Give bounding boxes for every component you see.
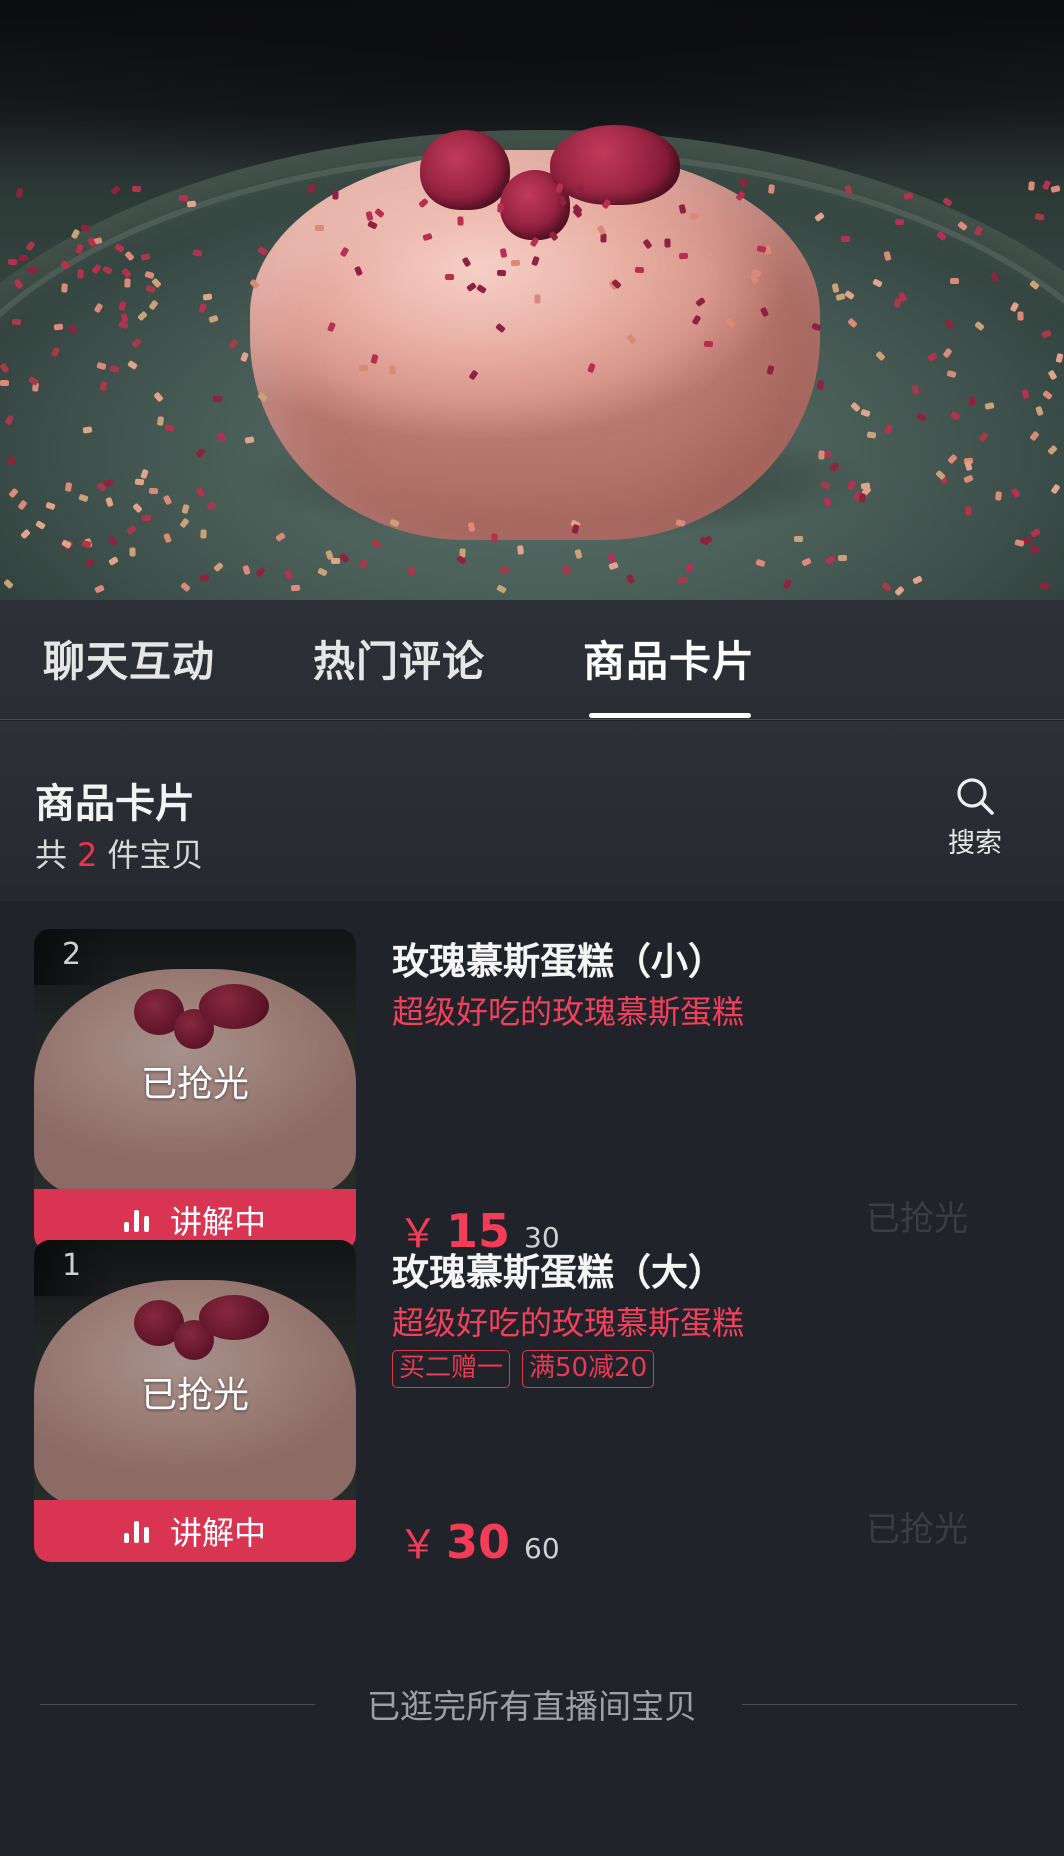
promo-tag: 买二赠一 — [392, 1350, 511, 1388]
petal-fleck — [969, 396, 976, 406]
list-end-footer: 已逛完所有直播间宝贝 — [0, 1680, 1064, 1730]
live-video-frame[interactable] — [0, 0, 1064, 600]
tab-chat[interactable]: 聊天互动 — [43, 628, 215, 689]
petal-fleck — [25, 240, 36, 252]
product-thumbnail[interactable]: 1 已抢光 讲解中 — [34, 1240, 356, 1562]
explaining-badge: 讲解中 — [34, 1500, 356, 1562]
currency-symbol: ￥ — [398, 1522, 438, 1568]
petal-fleck — [445, 274, 455, 281]
product-title[interactable]: 玫瑰慕斯蛋糕（小） — [392, 931, 725, 985]
petal-fleck — [516, 545, 524, 555]
tab-bar: 聊天互动 热门评论 商品卡片 — [0, 600, 1064, 720]
petal-fleck — [314, 224, 324, 231]
petal-fleck — [142, 514, 152, 521]
petal-fleck — [866, 431, 877, 439]
count-number: 2 — [77, 836, 98, 874]
petal-fleck — [1034, 213, 1045, 221]
rose-decoration — [550, 125, 680, 205]
petal-fleck — [148, 487, 158, 495]
petal-fleck — [841, 236, 851, 243]
petal-fleck — [859, 493, 866, 503]
count-prefix: 共 — [35, 836, 68, 874]
petal-fleck — [497, 203, 505, 213]
explaining-label: 讲解中 — [169, 1514, 266, 1552]
product-price: ￥ 30 60 — [398, 1512, 560, 1570]
petal-fleck — [1050, 185, 1061, 194]
sold-out-status: 已抢光 — [866, 1510, 968, 1550]
petal-fleck — [7, 259, 17, 266]
price-value: 30 — [446, 1515, 511, 1569]
petal-fleck — [816, 380, 824, 390]
petal-fleck — [290, 584, 301, 592]
petal-fleck — [497, 269, 507, 277]
petal-fleck — [12, 319, 22, 326]
petal-fleck — [187, 200, 197, 207]
section-title: 商品卡片 — [35, 781, 195, 827]
section-header: 商品卡片 共 2 件宝贝 搜索 — [0, 721, 1064, 901]
petal-fleck — [664, 238, 671, 248]
petal-fleck — [534, 294, 541, 304]
product-index: 1 — [34, 1240, 114, 1296]
product-title[interactable]: 玫瑰慕斯蛋糕（大） — [392, 1242, 725, 1296]
rose-decoration — [420, 130, 510, 210]
petal-fleck — [110, 184, 122, 195]
petal-fleck — [135, 478, 145, 486]
petal-fleck — [19, 254, 29, 261]
original-price: 60 — [524, 1532, 560, 1565]
petal-fleck — [756, 244, 767, 253]
petal-fleck — [511, 259, 521, 266]
item-count: 共 2 件宝贝 — [35, 830, 203, 876]
petal-fleck — [179, 195, 189, 202]
petal-fleck — [491, 533, 498, 543]
petal-fleck — [99, 380, 107, 391]
petal-fleck — [837, 554, 847, 562]
petal-fleck — [332, 190, 339, 200]
petal-fleck — [358, 364, 368, 371]
product-index: 2 — [34, 929, 114, 985]
petal-fleck — [124, 278, 131, 288]
petal-fleck — [950, 277, 960, 284]
petal-fleck — [15, 187, 24, 198]
petal-fleck — [457, 216, 464, 226]
bar-chart-icon — [123, 1519, 154, 1543]
petal-fleck — [77, 269, 84, 279]
petal-fleck — [634, 267, 645, 274]
search-button[interactable]: 搜索 — [940, 775, 1010, 865]
list-end-text: 已逛完所有直播间宝贝 — [367, 1687, 697, 1726]
petal-fleck — [199, 529, 207, 539]
petal-fleck — [0, 379, 10, 386]
promo-tags: 买二赠一 满50减20 — [392, 1350, 666, 1388]
petal-fleck — [331, 558, 341, 565]
petal-fleck — [994, 491, 1002, 501]
sold-out-overlay: 已抢光 — [140, 1375, 249, 1416]
tab-hot-comments[interactable]: 热门评论 — [313, 628, 485, 689]
count-suffix: 件宝贝 — [107, 836, 204, 874]
petal-fleck — [1028, 181, 1036, 192]
petal-fleck — [1041, 179, 1051, 191]
product-subtitle: 超级好吃的玫瑰慕斯蛋糕 — [392, 1304, 745, 1342]
petal-fleck — [894, 218, 904, 225]
petal-fleck — [818, 450, 825, 460]
petal-fleck — [132, 185, 142, 193]
petal-fleck — [1017, 311, 1024, 321]
tab-product-cards[interactable]: 商品卡片 — [583, 628, 755, 689]
petal-fleck — [703, 341, 714, 348]
search-icon — [957, 778, 994, 815]
product-card[interactable]: 2 已抢光 讲解中 玫瑰慕斯蛋糕（小） 超级好吃的玫瑰慕斯蛋糕 ￥ 15 30 已抢… — [0, 901, 1064, 1258]
petal-fleck — [80, 224, 91, 232]
petal-fleck — [129, 547, 136, 557]
petal-fleck — [212, 396, 223, 403]
search-label: 搜索 — [948, 828, 1002, 859]
petal-fleck — [794, 536, 804, 543]
active-tab-indicator — [589, 713, 751, 718]
product-card[interactable]: 1 已抢光 讲解中 玫瑰慕斯蛋糕（大） 超级好吃的玫瑰慕斯蛋糕 买二赠一 满50… — [0, 1212, 1064, 1569]
promo-tag: 满50减20 — [522, 1350, 655, 1388]
petal-fleck — [678, 252, 688, 260]
product-thumbnail[interactable]: 2 已抢光 讲解中 — [34, 929, 356, 1251]
product-subtitle: 超级好吃的玫瑰慕斯蛋糕 — [392, 993, 745, 1031]
sold-out-overlay: 已抢光 — [140, 1064, 249, 1105]
